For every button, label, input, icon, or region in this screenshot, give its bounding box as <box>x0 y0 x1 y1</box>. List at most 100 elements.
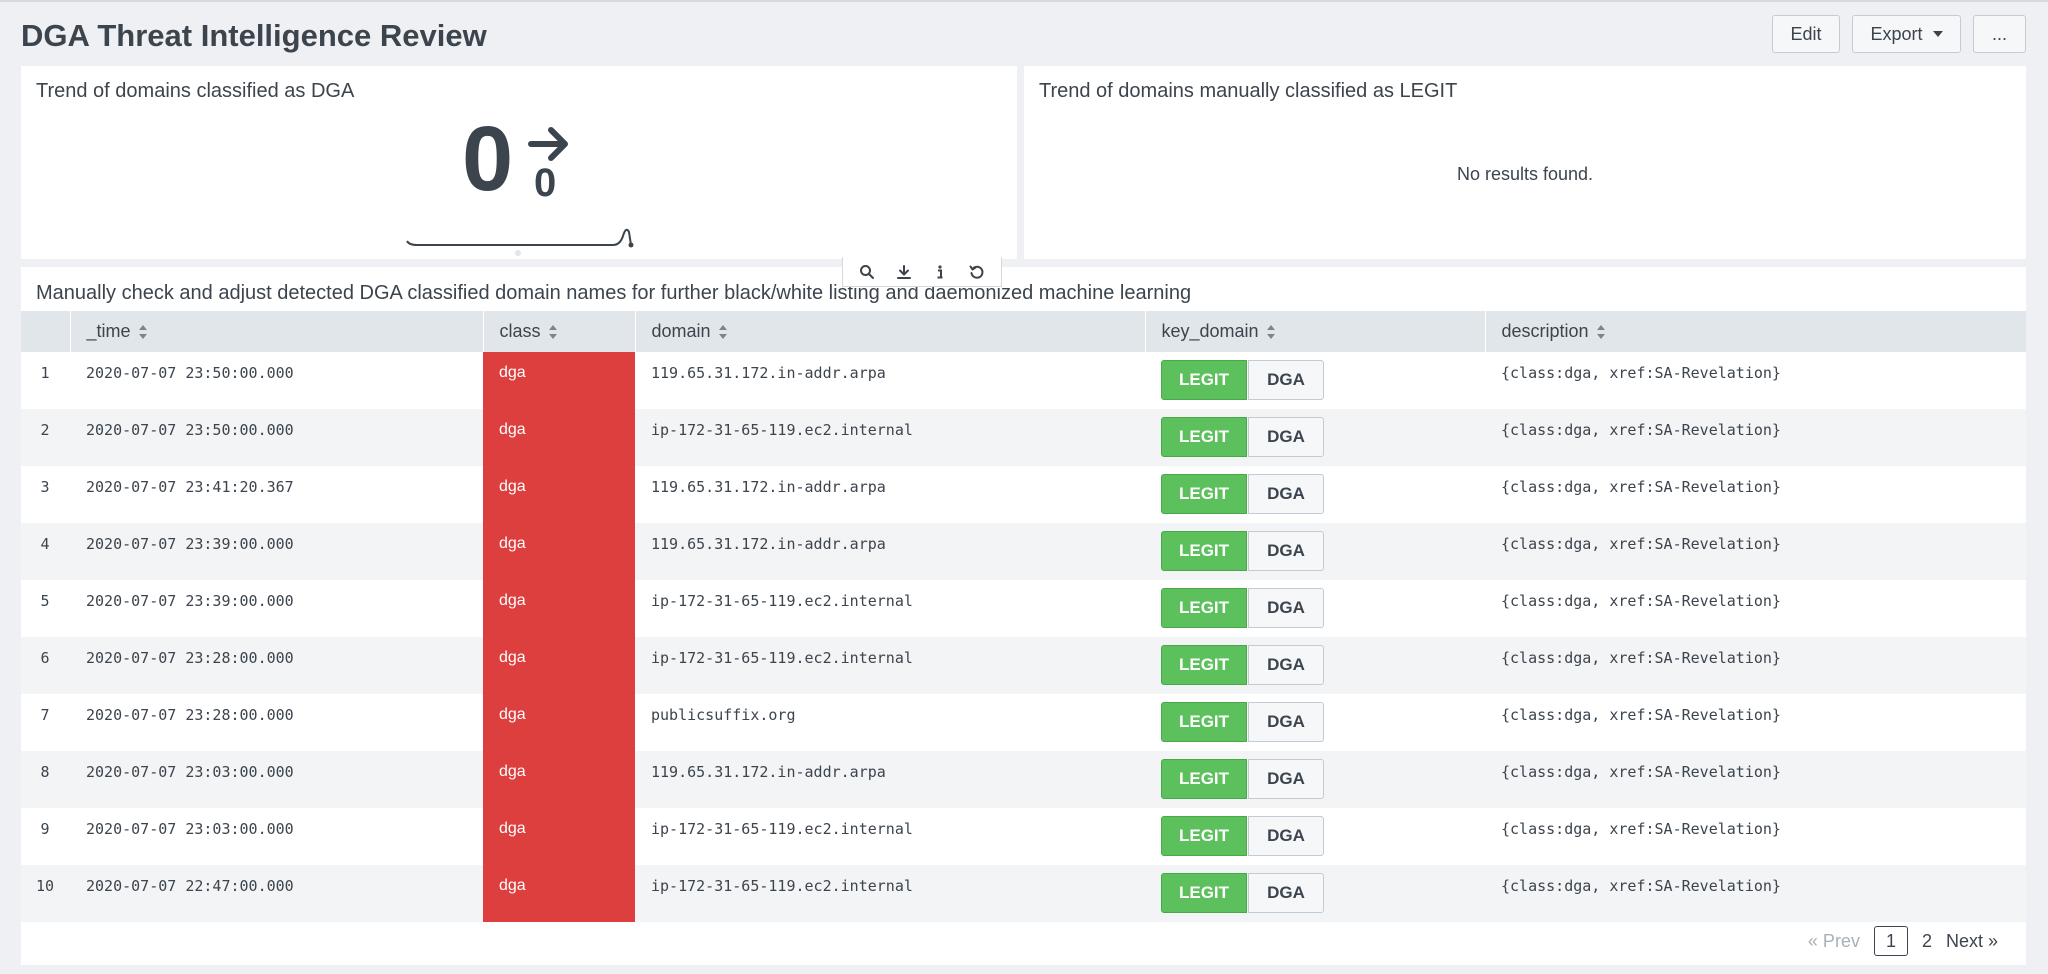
export-button[interactable]: Export <box>1852 15 1961 53</box>
column-header-time[interactable]: _time <box>69 311 483 352</box>
row-number: 9 <box>40 820 50 838</box>
dga-button[interactable]: DGA <box>1248 360 1324 400</box>
time-cell[interactable]: 2020-07-07 23:28:00.000 <box>70 637 483 694</box>
legit-button[interactable]: LEGIT <box>1161 531 1247 571</box>
class-cell[interactable]: dga <box>483 694 635 751</box>
domain-cell[interactable]: ip-172-31-65-119.ec2.internal <box>635 865 1145 922</box>
sort-icon <box>138 325 147 340</box>
time-cell[interactable]: 2020-07-07 23:03:00.000 <box>70 751 483 808</box>
description-cell[interactable]: {class:dga, xref:SA-Revelation} <box>1485 637 2026 694</box>
info-icon[interactable] <box>929 261 951 283</box>
page-2-link[interactable]: 2 <box>1922 931 1932 952</box>
class-cell[interactable]: dga <box>483 751 635 808</box>
description-cell[interactable]: {class:dga, xref:SA-Revelation} <box>1485 352 2026 409</box>
legit-button[interactable]: LEGIT <box>1161 645 1247 685</box>
dga-button[interactable]: DGA <box>1248 417 1324 457</box>
time-cell[interactable]: 2020-07-07 23:50:00.000 <box>70 352 483 409</box>
legit-button[interactable]: LEGIT <box>1161 759 1247 799</box>
time-cell[interactable]: 2020-07-07 23:03:00.000 <box>70 808 483 865</box>
results-table: _time class domain key_domain descriptio… <box>21 311 2026 922</box>
domain-cell[interactable]: 119.65.31.172.in-addr.arpa <box>635 523 1145 580</box>
class-cell[interactable]: dga <box>483 580 635 637</box>
class-cell[interactable]: dga <box>483 466 635 523</box>
search-icon[interactable] <box>856 261 878 283</box>
legit-button[interactable]: LEGIT <box>1161 816 1247 856</box>
key-domain-cell: LEGIT DGA <box>1145 751 1485 808</box>
class-cell[interactable]: dga <box>483 352 635 409</box>
key-domain-cell: LEGIT DGA <box>1145 694 1485 751</box>
column-header-key-domain[interactable]: key_domain <box>1144 311 1485 352</box>
description-cell[interactable]: {class:dga, xref:SA-Revelation} <box>1485 694 2026 751</box>
class-cell[interactable]: dga <box>483 637 635 694</box>
dga-trend-title: Trend of domains classified as DGA <box>36 80 355 102</box>
dga-button[interactable]: DGA <box>1248 816 1324 856</box>
refresh-icon[interactable] <box>966 261 988 283</box>
domain-cell[interactable]: ip-172-31-65-119.ec2.internal <box>635 409 1145 466</box>
time-cell[interactable]: 2020-07-07 23:41:20.367 <box>70 466 483 523</box>
key-domain-cell: LEGIT DGA <box>1145 409 1485 466</box>
time-cell[interactable]: 2020-07-07 23:28:00.000 <box>70 694 483 751</box>
legit-button[interactable]: LEGIT <box>1161 702 1247 742</box>
class-cell[interactable]: dga <box>483 523 635 580</box>
dga-button[interactable]: DGA <box>1248 645 1324 685</box>
dga-button[interactable]: DGA <box>1248 873 1324 913</box>
legit-trend-panel: Trend of domains manually classified as … <box>1024 66 2026 259</box>
dga-button[interactable]: DGA <box>1248 588 1324 628</box>
next-page-link[interactable]: Next » <box>1946 931 1998 952</box>
row-number: 7 <box>40 706 50 724</box>
domain-cell[interactable]: ip-172-31-65-119.ec2.internal <box>635 580 1145 637</box>
top-border <box>0 0 2048 2</box>
time-cell[interactable]: 2020-07-07 22:47:00.000 <box>70 865 483 922</box>
dga-button[interactable]: DGA <box>1248 474 1324 514</box>
caret-down-icon <box>1932 31 1943 37</box>
row-number: 4 <box>40 535 50 553</box>
table-row: 3 2020-07-07 23:41:20.367 dga 119.65.31.172… <box>21 466 2026 523</box>
page-1-link[interactable]: 1 <box>1873 926 1908 956</box>
domain-cell[interactable]: 119.65.31.172.in-addr.arpa <box>635 352 1145 409</box>
table-row: 10 2020-07-07 22:47:00.000 dga ip-172-31-65… <box>21 865 2026 922</box>
description-cell[interactable]: {class:dga, xref:SA-Revelation} <box>1485 808 2026 865</box>
row-number: 8 <box>40 763 50 781</box>
legit-button[interactable]: LEGIT <box>1161 417 1247 457</box>
dga-button[interactable]: DGA <box>1248 702 1324 742</box>
legit-button[interactable]: LEGIT <box>1161 360 1247 400</box>
class-cell[interactable]: dga <box>483 808 635 865</box>
legit-button[interactable]: LEGIT <box>1161 873 1247 913</box>
key-domain-cell: LEGIT DGA <box>1145 865 1485 922</box>
key-domain-cell: LEGIT DGA <box>1145 637 1485 694</box>
export-button-label: Export <box>1870 23 1923 44</box>
single-value: 0 <box>462 108 514 210</box>
time-cell[interactable]: 2020-07-07 23:39:00.000 <box>70 580 483 637</box>
class-cell[interactable]: dga <box>483 409 635 466</box>
description-cell[interactable]: {class:dga, xref:SA-Revelation} <box>1485 865 2026 922</box>
column-header-domain[interactable]: domain <box>634 311 1145 352</box>
column-header-description[interactable]: description <box>1484 311 2026 352</box>
description-cell[interactable]: {class:dga, xref:SA-Revelation} <box>1485 409 2026 466</box>
dga-button[interactable]: DGA <box>1248 759 1324 799</box>
time-cell[interactable]: 2020-07-07 23:39:00.000 <box>70 523 483 580</box>
class-cell[interactable]: dga <box>483 865 635 922</box>
domain-cell[interactable]: ip-172-31-65-119.ec2.internal <box>635 637 1145 694</box>
description-cell[interactable]: {class:dga, xref:SA-Revelation} <box>1485 751 2026 808</box>
domain-cell[interactable]: ip-172-31-65-119.ec2.internal <box>635 808 1145 865</box>
edit-button[interactable]: Edit <box>1772 15 1840 53</box>
description-cell[interactable]: {class:dga, xref:SA-Revelation} <box>1485 523 2026 580</box>
domain-cell[interactable]: publicsuffix.org <box>635 694 1145 751</box>
legit-button[interactable]: LEGIT <box>1161 474 1247 514</box>
row-number: 10 <box>35 877 55 895</box>
table-row: 8 2020-07-07 23:03:00.000 dga 119.65.31.172… <box>21 751 2026 808</box>
dga-button[interactable]: DGA <box>1248 531 1324 571</box>
legit-button[interactable]: LEGIT <box>1161 588 1247 628</box>
key-domain-cell: LEGIT DGA <box>1145 580 1485 637</box>
table-row: 1 2020-07-07 23:50:00.000 dga 119.65.31.172… <box>21 352 2026 409</box>
domain-cell[interactable]: 119.65.31.172.in-addr.arpa <box>635 466 1145 523</box>
row-number: 6 <box>40 649 50 667</box>
table-row: 4 2020-07-07 23:39:00.000 dga 119.65.31.172… <box>21 523 2026 580</box>
time-cell[interactable]: 2020-07-07 23:50:00.000 <box>70 409 483 466</box>
more-actions-button[interactable]: ... <box>1973 15 2026 53</box>
description-cell[interactable]: {class:dga, xref:SA-Revelation} <box>1485 580 2026 637</box>
description-cell[interactable]: {class:dga, xref:SA-Revelation} <box>1485 466 2026 523</box>
column-header-class[interactable]: class <box>482 311 635 352</box>
download-icon[interactable] <box>893 261 915 283</box>
domain-cell[interactable]: 119.65.31.172.in-addr.arpa <box>635 751 1145 808</box>
